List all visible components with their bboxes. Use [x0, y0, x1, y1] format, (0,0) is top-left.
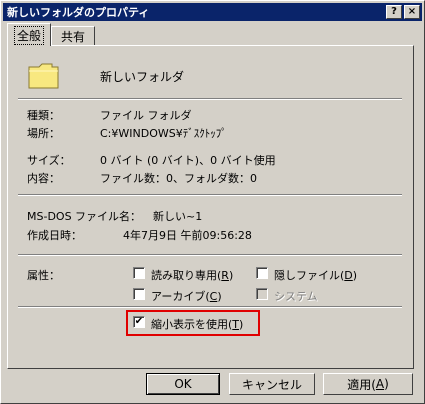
size-value: 0 バイト (0 バイト)、0 バイト使用 [100, 154, 276, 167]
ok-button[interactable]: OK [146, 373, 220, 395]
location-value: C:¥WINDOWS¥ﾃﾞｽｸﾄｯﾌﾟ [100, 127, 227, 140]
created-label: 作成日時： [27, 229, 82, 242]
title-bar[interactable]: 新しいフォルダのプロパティ ? × [3, 3, 422, 21]
properties-dialog: 新しいフォルダのプロパティ ? × 全般 共有 新しいフォルダ 種類： ファイル… [0, 0, 425, 404]
close-button[interactable]: × [404, 5, 420, 19]
attributes-label: 属性： [27, 269, 60, 282]
folder-name: 新しいフォルダ [100, 70, 185, 84]
msdos-name-value: 新しい~1 [153, 210, 203, 223]
highlight-box [126, 310, 260, 336]
tab-sharing-label: 共有 [60, 30, 85, 44]
separator [18, 194, 402, 196]
tab-general[interactable]: 全般 [7, 23, 51, 46]
help-button[interactable]: ? [386, 5, 402, 19]
system-label: システム [274, 290, 318, 303]
hidden-checkbox[interactable] [256, 267, 268, 279]
general-panel: 新しいフォルダ 種類： ファイル フォルダ 場所： C:¥WINDOWS¥ﾃﾞｽ… [7, 45, 414, 369]
contents-value: ファイル数：0、フォルダ数：0 [100, 172, 257, 185]
window-title: 新しいフォルダのプロパティ [7, 6, 150, 19]
archive-checkbox[interactable] [133, 288, 145, 300]
folder-icon [28, 63, 59, 89]
readonly-label[interactable]: 読み取り専用(R) [151, 267, 233, 283]
separator [18, 98, 402, 100]
created-value: 4年7月9日 午前09:56:28 [123, 229, 252, 242]
system-checkbox [256, 288, 268, 300]
archive-label[interactable]: アーカイブ(C) [151, 288, 222, 304]
msdos-name-label: MS-DOS ファイル名： [27, 210, 142, 223]
contents-label: 内容： [27, 172, 60, 185]
separator [18, 254, 402, 256]
tab-general-label: 全般 [13, 25, 44, 45]
readonly-checkbox[interactable] [133, 267, 145, 279]
size-label: サイズ： [27, 154, 71, 167]
cancel-button[interactable]: キャンセル [229, 373, 315, 395]
apply-button[interactable]: 適用(A) [323, 373, 413, 395]
type-value: ファイル フォルダ [100, 109, 192, 122]
tab-sharing[interactable]: 共有 [51, 26, 95, 46]
type-label: 種類： [27, 109, 60, 122]
location-label: 場所： [27, 127, 60, 140]
hidden-label[interactable]: 隠しファイル(D) [274, 267, 357, 283]
separator [18, 306, 402, 308]
